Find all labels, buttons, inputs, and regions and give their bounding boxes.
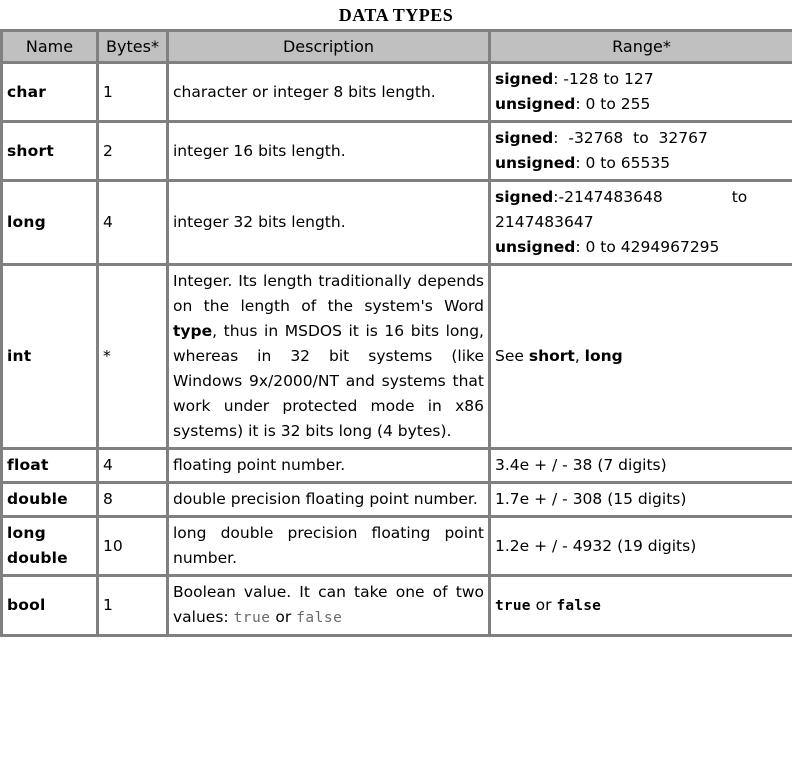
table-header-row: Name Bytes* Description Range*: [3, 32, 792, 64]
see-separator: ,: [574, 347, 585, 365]
name-line-2: double: [7, 549, 68, 567]
range-unsigned-line: unsigned: 0 to 65535: [495, 151, 788, 176]
int-desc-bold-type: type: [173, 322, 213, 340]
cell-range-long: signed:-2147483648 to 2147483647 unsigne…: [491, 182, 792, 266]
see-ref-short: short: [528, 347, 575, 365]
range-signed-line: signed: -32768 to 32767: [495, 126, 788, 151]
range-unsigned-line: unsigned: 0 to 255: [495, 92, 788, 117]
cell-bytes-long: 4: [99, 182, 169, 266]
table-row: double 8 double precision floating point…: [3, 484, 792, 518]
table-row: int * Integer. Its length traditionally …: [3, 266, 792, 450]
cell-name-double: double: [3, 484, 99, 518]
see-label: See: [495, 347, 529, 365]
cell-name-long: long: [3, 182, 99, 266]
table-row: long double 10 long double precision flo…: [3, 518, 792, 577]
column-header-name: Name: [3, 32, 99, 64]
table-header: Name Bytes* Description Range*: [3, 32, 792, 64]
unsigned-value: : 0 to 255: [575, 95, 651, 113]
signed-label: signed: [495, 70, 554, 88]
cell-bytes-bool: 1: [99, 577, 169, 637]
cell-range-double: 1.7e + / - 308 (15 digits): [491, 484, 792, 518]
cell-bytes-float: 4: [99, 450, 169, 484]
cell-bytes-int: *: [99, 266, 169, 450]
range-or-label: or: [530, 595, 557, 614]
cell-range-bool: true or false: [491, 577, 792, 637]
page-title: DATA TYPES: [338, 5, 454, 25]
cell-description-long: integer 32 bits length.: [169, 182, 491, 266]
table-row: short 2 integer 16 bits length. signed: …: [3, 123, 792, 182]
cell-range-float: 3.4e + / - 38 (7 digits): [491, 450, 792, 484]
column-header-description: Description: [169, 32, 491, 64]
cell-bytes-char: 1: [99, 64, 169, 123]
cell-description-int: Integer. Its length traditionally depend…: [169, 266, 491, 450]
cell-description-double: double precision floating point number.: [169, 484, 491, 518]
bool-desc-mono-false: false: [296, 610, 343, 626]
table-row: char 1 character or integer 8 bits lengt…: [3, 64, 792, 123]
cell-bytes-double: 8: [99, 484, 169, 518]
table-row: bool 1 Boolean value. It can take one of…: [3, 577, 792, 637]
cell-description-float: floating point number.: [169, 450, 491, 484]
cell-name-char: char: [3, 64, 99, 123]
int-desc-part2: , thus in MSDOS it is 16 bits long, wher…: [173, 322, 484, 440]
cell-range-int: See short, long: [491, 266, 792, 450]
cell-description-bool: Boolean value. It can take one of two va…: [169, 577, 491, 637]
table-row: float 4 floating point number. 3.4e + / …: [3, 450, 792, 484]
range-false-label: false: [556, 597, 602, 614]
cell-range-long-double: 1.2e + / - 4932 (19 digits): [491, 518, 792, 577]
cell-name-int: int: [3, 266, 99, 450]
unsigned-label: unsigned: [495, 154, 576, 172]
table-row: long 4 integer 32 bits length. signed:-2…: [3, 182, 792, 266]
unsigned-value: : 0 to 65535: [575, 154, 671, 172]
unsigned-label: unsigned: [495, 95, 576, 113]
signed-label: signed: [495, 188, 554, 206]
cell-description-long-double: long double precision floating point num…: [169, 518, 491, 577]
table-body: char 1 character or integer 8 bits lengt…: [3, 64, 792, 637]
name-line-1: long: [7, 524, 46, 542]
signed-value: : -32768 to 32767: [553, 129, 708, 147]
range-signed-line: signed:-2147483648 to 2147483647: [495, 185, 788, 235]
cell-name-float: float: [3, 450, 99, 484]
cell-name-long-double: long double: [3, 518, 99, 577]
cell-name-bool: bool: [3, 577, 99, 637]
range-unsigned-line: unsigned: 0 to 4294967295: [495, 235, 788, 260]
range-signed-line: signed: -128 to 127: [495, 67, 788, 92]
data-types-table: Name Bytes* Description Range* char 1 ch…: [0, 29, 792, 637]
cell-range-short: signed: -32768 to 32767 unsigned: 0 to 6…: [491, 123, 792, 182]
see-ref-long: long: [584, 347, 623, 365]
signed-label: signed: [495, 129, 554, 147]
bool-desc-part2: or: [270, 608, 297, 626]
column-header-bytes: Bytes*: [99, 32, 169, 64]
unsigned-value: : 0 to 4294967295: [575, 238, 720, 256]
bool-desc-mono-true: true: [233, 610, 271, 626]
signed-value: : -128 to 127: [553, 70, 654, 88]
cell-bytes-long-double: 10: [99, 518, 169, 577]
cell-bytes-short: 2: [99, 123, 169, 182]
cell-description-char: character or integer 8 bits length.: [169, 64, 491, 123]
int-desc-part1: Integer. Its length traditionally depend…: [173, 272, 484, 315]
cell-description-short: integer 16 bits length.: [169, 123, 491, 182]
range-true-label: true: [495, 597, 531, 614]
cell-range-char: signed: -128 to 127 unsigned: 0 to 255: [491, 64, 792, 123]
unsigned-label: unsigned: [495, 238, 576, 256]
column-header-range: Range*: [491, 32, 792, 64]
cell-name-short: short: [3, 123, 99, 182]
